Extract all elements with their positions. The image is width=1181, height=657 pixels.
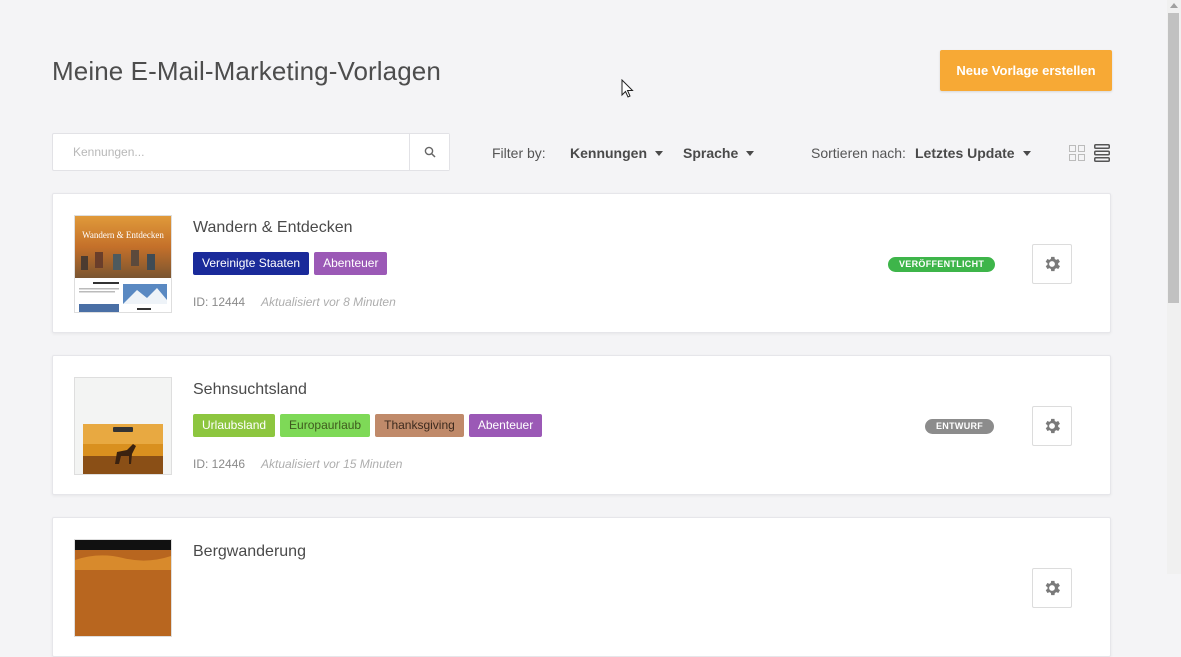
search-input[interactable] <box>53 134 409 170</box>
tag[interactable]: Urlaubsland <box>193 414 276 437</box>
template-thumbnail[interactable] <box>74 539 172 637</box>
template-meta: ID: 12444 Aktualisiert vor 8 Minuten <box>193 295 396 309</box>
page-title: Meine E-Mail-Marketing-Vorlagen <box>52 56 441 86</box>
status-badge: VERÖFFENTLICHT <box>888 257 996 272</box>
scrollbar[interactable] <box>1167 0 1181 574</box>
template-id: ID: 12446 <box>193 457 246 471</box>
template-title[interactable]: Bergwanderung <box>193 543 306 561</box>
grid-view-icon[interactable] <box>1069 145 1085 161</box>
updated-time: Aktualisiert vor 15 Minuten <box>261 457 403 471</box>
filter-tags-dropdown[interactable]: Kennungen <box>570 145 663 161</box>
search-box <box>52 133 450 171</box>
tag[interactable]: Europaurlaub <box>280 414 371 437</box>
tag[interactable]: Abenteuer <box>468 414 543 437</box>
template-title[interactable]: Sehnsuchtsland <box>193 381 307 399</box>
tag-list: Vereinigte Staaten Abenteuer <box>193 252 388 275</box>
filter-tags-label: Kennungen <box>570 145 647 161</box>
search-button[interactable] <box>409 134 449 170</box>
thumbnail-title: Wandern & Entdecken <box>82 230 164 240</box>
settings-button[interactable] <box>1032 244 1072 284</box>
list-view-icon[interactable] <box>1094 144 1110 162</box>
sort-label: Sortieren nach: <box>811 145 906 161</box>
create-template-button[interactable]: Neue Vorlage erstellen <box>940 50 1112 91</box>
sort-value: Letztes Update <box>915 145 1015 161</box>
updated-time: Aktualisiert vor 8 Minuten <box>261 295 396 309</box>
template-card[interactable]: Wandern & Entdecken Wandern & Entdecken … <box>52 193 1111 333</box>
mouse-cursor-icon <box>621 79 634 98</box>
settings-button[interactable] <box>1032 406 1072 446</box>
gear-icon <box>1045 256 1060 272</box>
caret-down-icon <box>655 150 663 156</box>
horse-thumbnail-image <box>75 378 171 474</box>
gear-icon <box>1045 418 1060 434</box>
gear-icon <box>1045 580 1060 596</box>
scrollbar-thumb[interactable] <box>1168 13 1179 303</box>
tag[interactable]: Vereinigte Staaten <box>193 252 310 275</box>
scroll-up-icon[interactable] <box>1170 3 1178 8</box>
settings-button[interactable] <box>1032 568 1072 608</box>
tag[interactable]: Abenteuer <box>314 252 388 275</box>
tag-list: Urlaubsland Europaurlaub Thanksgiving Ab… <box>193 414 543 437</box>
template-meta: ID: 12446 Aktualisiert vor 15 Minuten <box>193 457 402 471</box>
tag[interactable]: Thanksgiving <box>375 414 464 437</box>
caret-down-icon <box>746 150 755 156</box>
template-card[interactable]: Bergwanderung <box>52 517 1111 657</box>
filter-label: Filter by: <box>492 145 546 161</box>
template-thumbnail[interactable] <box>74 377 172 475</box>
sort-dropdown[interactable]: Letztes Update <box>915 145 1031 161</box>
search-icon <box>424 146 436 158</box>
filter-language-label: Sprache <box>683 145 739 161</box>
template-thumbnail[interactable]: Wandern & Entdecken <box>74 215 172 313</box>
template-title[interactable]: Wandern & Entdecken <box>193 219 353 237</box>
status-badge: ENTWURF <box>925 419 995 434</box>
caret-down-icon <box>1022 150 1031 156</box>
mountain-thumbnail-image <box>75 540 171 636</box>
landscape-thumbnail-image: Wandern & Entdecken <box>75 216 171 312</box>
filter-language-dropdown[interactable]: Sprache <box>683 145 755 161</box>
template-card[interactable]: Sehnsuchtsland Urlaubsland Europaurlaub … <box>52 355 1111 495</box>
template-id: ID: 12444 <box>193 295 246 309</box>
